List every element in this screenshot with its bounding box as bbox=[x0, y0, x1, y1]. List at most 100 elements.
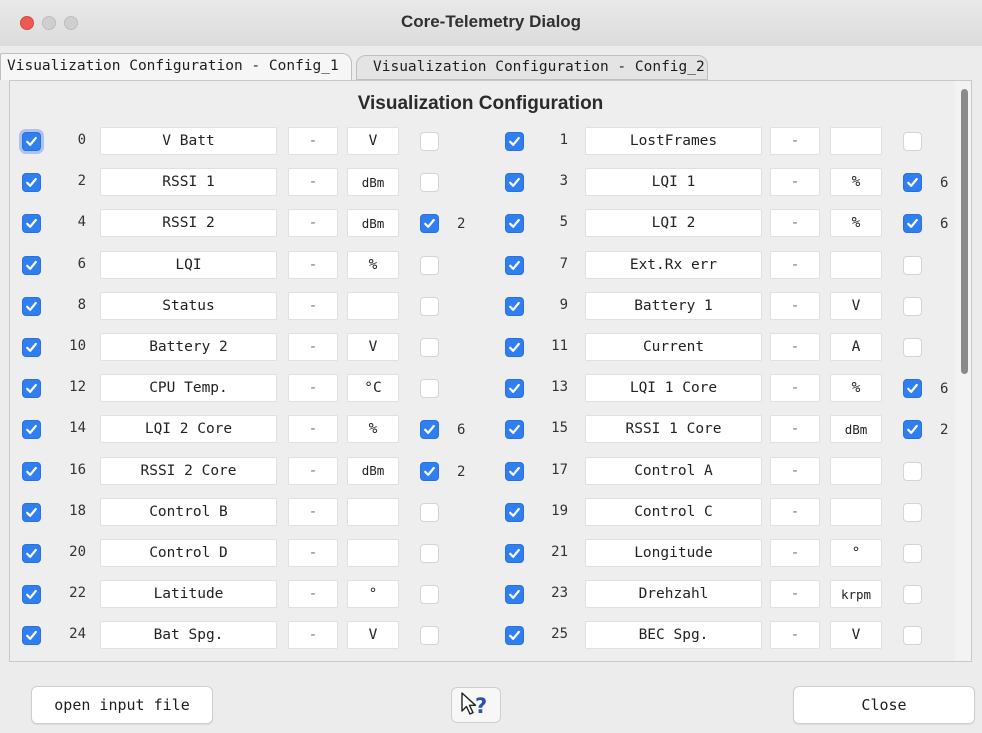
enable-checkbox[interactable] bbox=[505, 420, 524, 440]
factor-field[interactable]: - bbox=[288, 415, 338, 444]
factor-field[interactable]: - bbox=[770, 250, 820, 279]
factor-field[interactable]: - bbox=[770, 456, 820, 485]
measurement-name-field[interactable]: V Batt bbox=[100, 127, 277, 155]
measurement-name-field[interactable]: RSSI 2 bbox=[100, 209, 277, 238]
factor-field[interactable]: - bbox=[288, 539, 338, 567]
factor-field[interactable]: - bbox=[288, 621, 338, 650]
enable-checkbox[interactable] bbox=[22, 296, 41, 316]
enable-checkbox[interactable] bbox=[22, 132, 41, 151]
measurement-name-field[interactable]: Current bbox=[585, 333, 762, 361]
scale-sync-checkbox[interactable] bbox=[420, 132, 439, 151]
unit-field[interactable] bbox=[830, 456, 882, 485]
factor-field[interactable]: - bbox=[288, 168, 338, 197]
unit-field[interactable]: V bbox=[347, 127, 399, 155]
enable-checkbox[interactable] bbox=[22, 379, 41, 399]
unit-field[interactable] bbox=[347, 539, 399, 567]
scale-sync-checkbox[interactable] bbox=[903, 173, 922, 193]
enable-checkbox[interactable] bbox=[505, 502, 524, 522]
scale-sync-checkbox[interactable] bbox=[903, 420, 922, 440]
measurement-name-field[interactable]: Control D bbox=[100, 539, 277, 567]
scale-sync-checkbox[interactable] bbox=[420, 544, 439, 563]
measurement-name-field[interactable]: Latitude bbox=[100, 580, 277, 609]
enable-checkbox[interactable] bbox=[505, 338, 524, 357]
factor-field[interactable]: - bbox=[288, 333, 338, 361]
unit-field[interactable] bbox=[347, 497, 399, 526]
scrollbar-thumb[interactable] bbox=[961, 89, 968, 374]
unit-field[interactable]: V bbox=[347, 621, 399, 650]
unit-field[interactable]: % bbox=[830, 374, 882, 403]
unit-field[interactable] bbox=[830, 250, 882, 279]
enable-checkbox[interactable] bbox=[505, 173, 524, 193]
enable-checkbox[interactable] bbox=[505, 379, 524, 399]
unit-field[interactable] bbox=[830, 497, 882, 526]
scale-sync-checkbox[interactable] bbox=[903, 461, 922, 481]
unit-field[interactable]: V bbox=[347, 333, 399, 361]
tab-config-1[interactable]: Visualization Configuration - Config_1 bbox=[0, 53, 352, 80]
scale-sync-checkbox[interactable] bbox=[903, 255, 922, 275]
scale-sync-checkbox[interactable] bbox=[903, 544, 922, 563]
enable-checkbox[interactable] bbox=[22, 544, 41, 563]
measurement-name-field[interactable]: LQI 1 bbox=[585, 168, 762, 197]
scale-sync-checkbox[interactable] bbox=[420, 461, 439, 481]
factor-field[interactable]: - bbox=[288, 209, 338, 238]
unit-field[interactable]: °C bbox=[347, 374, 399, 403]
enable-checkbox[interactable] bbox=[505, 544, 524, 563]
factor-field[interactable]: - bbox=[770, 127, 820, 155]
unit-field[interactable]: V bbox=[830, 621, 882, 650]
unit-field[interactable]: % bbox=[830, 168, 882, 197]
unit-field[interactable]: dBm bbox=[347, 168, 399, 197]
unit-field[interactable]: % bbox=[347, 250, 399, 279]
measurement-name-field[interactable]: RSSI 2 Core bbox=[100, 456, 277, 485]
scale-sync-checkbox[interactable] bbox=[903, 214, 922, 234]
scale-sync-checkbox[interactable] bbox=[903, 338, 922, 357]
scale-sync-checkbox[interactable] bbox=[420, 255, 439, 275]
measurement-name-field[interactable]: Battery 2 bbox=[100, 333, 277, 361]
factor-field[interactable]: - bbox=[770, 497, 820, 526]
unit-field[interactable]: V bbox=[830, 291, 882, 320]
enable-checkbox[interactable] bbox=[22, 214, 41, 234]
enable-checkbox[interactable] bbox=[22, 173, 41, 193]
factor-field[interactable]: - bbox=[288, 456, 338, 485]
measurement-name-field[interactable]: LostFrames bbox=[585, 127, 762, 155]
measurement-name-field[interactable]: Status bbox=[100, 291, 277, 320]
scale-sync-checkbox[interactable] bbox=[420, 420, 439, 440]
enable-checkbox[interactable] bbox=[22, 502, 41, 522]
factor-field[interactable]: - bbox=[288, 580, 338, 609]
unit-field[interactable] bbox=[347, 291, 399, 320]
scale-sync-checkbox[interactable] bbox=[903, 502, 922, 522]
factor-field[interactable]: - bbox=[770, 333, 820, 361]
unit-field[interactable]: ° bbox=[347, 580, 399, 609]
factor-field[interactable]: - bbox=[770, 580, 820, 609]
factor-field[interactable]: - bbox=[288, 250, 338, 279]
help-button[interactable]: ? bbox=[451, 687, 501, 723]
measurement-name-field[interactable]: Longitude bbox=[585, 539, 762, 567]
unit-field[interactable]: % bbox=[830, 209, 882, 238]
factor-field[interactable]: - bbox=[288, 127, 338, 155]
unit-field[interactable] bbox=[830, 127, 882, 155]
unit-field[interactable]: dBm bbox=[830, 415, 882, 444]
scale-sync-checkbox[interactable] bbox=[420, 379, 439, 399]
enable-checkbox[interactable] bbox=[505, 626, 524, 646]
tab-config-2[interactable]: Visualization Configuration - Config_2 bbox=[356, 55, 708, 80]
unit-field[interactable]: krpm bbox=[830, 580, 882, 609]
factor-field[interactable]: - bbox=[288, 291, 338, 320]
scale-sync-checkbox[interactable] bbox=[420, 585, 439, 605]
enable-checkbox[interactable] bbox=[22, 461, 41, 481]
measurement-name-field[interactable]: Drehzahl bbox=[585, 580, 762, 609]
factor-field[interactable]: - bbox=[770, 168, 820, 197]
enable-checkbox[interactable] bbox=[22, 255, 41, 275]
scale-sync-checkbox[interactable] bbox=[903, 132, 922, 151]
measurement-name-field[interactable]: CPU Temp. bbox=[100, 374, 277, 403]
factor-field[interactable]: - bbox=[770, 415, 820, 444]
enable-checkbox[interactable] bbox=[22, 626, 41, 646]
measurement-name-field[interactable]: RSSI 1 bbox=[100, 168, 277, 197]
scale-sync-checkbox[interactable] bbox=[420, 214, 439, 234]
scale-sync-checkbox[interactable] bbox=[420, 626, 439, 646]
enable-checkbox[interactable] bbox=[22, 585, 41, 605]
measurement-name-field[interactable]: RSSI 1 Core bbox=[585, 415, 762, 444]
measurement-name-field[interactable]: LQI bbox=[100, 250, 277, 279]
enable-checkbox[interactable] bbox=[505, 214, 524, 234]
factor-field[interactable]: - bbox=[770, 539, 820, 567]
factor-field[interactable]: - bbox=[770, 209, 820, 238]
factor-field[interactable]: - bbox=[770, 374, 820, 403]
